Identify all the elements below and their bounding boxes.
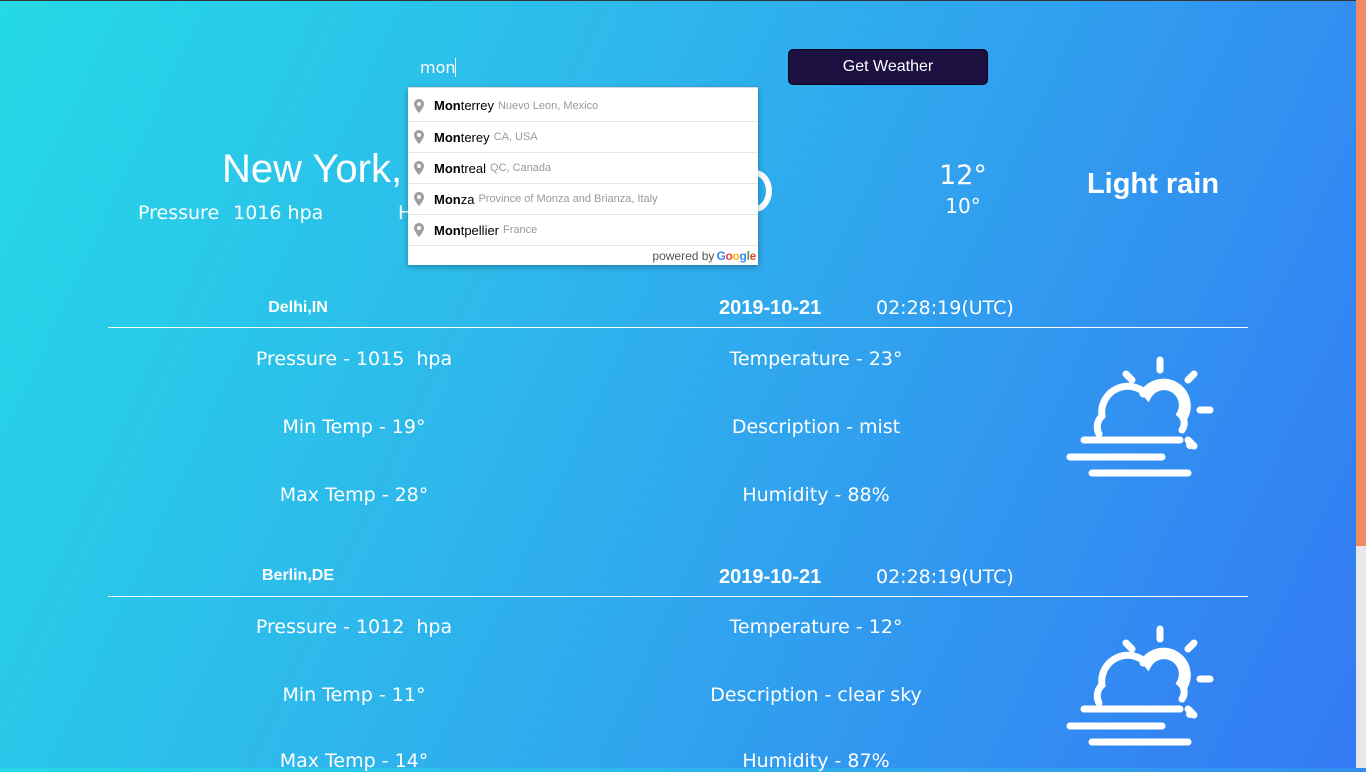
autocomplete-dropdown: Mon terrey Nuevo Leon, Mexico Mon terey CA, … bbox=[408, 87, 758, 265]
card-temperature: Temperature - 12° bbox=[729, 616, 903, 638]
autocomplete-item[interactable]: Mon treal QC, Canada bbox=[408, 153, 758, 184]
powered-by-google: powered by Google bbox=[652, 249, 756, 263]
autocomplete-match: Mon bbox=[434, 191, 461, 207]
card-pressure: Pressure - 1012 hpa bbox=[255, 616, 453, 638]
window-top-border bbox=[0, 0, 1366, 1]
card-time: 02:28:19(UTC) bbox=[876, 297, 1014, 319]
autocomplete-item[interactable]: Mon za Province of Monza and Brianza, Ital… bbox=[408, 184, 758, 215]
current-pressure-label: Pressure bbox=[138, 202, 220, 224]
card-date: 2019-10-21 bbox=[719, 566, 822, 588]
map-pin-icon bbox=[414, 98, 424, 113]
autocomplete-rest: terrey bbox=[460, 98, 494, 113]
map-pin-icon bbox=[414, 161, 424, 175]
card-min-temp: Min Temp - 11° bbox=[282, 684, 426, 706]
autocomplete-rest: terey bbox=[460, 129, 490, 145]
autocomplete-secondary: CA, USA bbox=[493, 131, 538, 143]
map-pin-icon bbox=[414, 192, 424, 206]
get-weather-button[interactable]: Get Weather bbox=[788, 49, 988, 85]
autocomplete-secondary: QC, Canada bbox=[490, 162, 552, 174]
autocomplete-match: Mon bbox=[434, 129, 461, 145]
autocomplete-secondary: Nuevo Leon, Mexico bbox=[497, 99, 599, 112]
autocomplete-secondary: France bbox=[503, 224, 538, 236]
autocomplete-item[interactable]: Mon tpellier France bbox=[408, 215, 758, 246]
card-pressure: Pressure - 1015 hpa bbox=[255, 348, 453, 370]
card-time: 02:28:19(UTC) bbox=[876, 566, 1014, 588]
autocomplete-rest: za bbox=[460, 191, 475, 207]
google-logo: Google bbox=[716, 249, 756, 263]
card-max-temp: Max Temp - 14° bbox=[279, 750, 429, 772]
autocomplete-match: Mon bbox=[434, 160, 461, 176]
card-divider bbox=[108, 327, 1248, 328]
autocomplete-match: Mon bbox=[434, 222, 461, 238]
current-pressure: Pressure 1016 hpa bbox=[138, 202, 323, 224]
autocomplete-rest: treal bbox=[460, 160, 487, 176]
current-city-name: New York, bbox=[222, 147, 403, 191]
card-max-temp: Max Temp - 28° bbox=[279, 484, 429, 506]
card-humidity: Humidity - 88% bbox=[742, 484, 890, 506]
card-min-temp: Min Temp - 19° bbox=[282, 416, 426, 438]
autocomplete-item[interactable]: Mon terrey Nuevo Leon, Mexico bbox=[408, 88, 758, 122]
card-city-name: Delhi,IN bbox=[268, 299, 328, 316]
autocomplete-secondary: Province of Monza and Brianza, Italy bbox=[478, 193, 658, 205]
card-date: 2019-10-21 bbox=[719, 297, 822, 319]
city-search-input[interactable] bbox=[408, 50, 758, 84]
autocomplete-match: Mon bbox=[434, 98, 461, 113]
card-description: Description - mist bbox=[731, 416, 901, 438]
text-caret bbox=[455, 58, 456, 77]
current-description: Light rain bbox=[1086, 168, 1220, 200]
card-divider bbox=[108, 596, 1248, 597]
scrollbar-thumb[interactable] bbox=[1356, 0, 1366, 546]
autocomplete-rest: tpellier bbox=[460, 222, 500, 238]
map-pin-icon bbox=[414, 130, 424, 144]
page-scrollbar[interactable] bbox=[1356, 0, 1366, 768]
map-pin-icon bbox=[414, 223, 424, 237]
current-pressure-value: 1016 hpa bbox=[233, 202, 324, 224]
fog-partly-cloudy-icon bbox=[1066, 625, 1214, 746]
current-temperature: 12° bbox=[939, 160, 987, 191]
fog-partly-cloudy-icon bbox=[1066, 356, 1214, 477]
current-min-temperature: 10° bbox=[945, 194, 981, 218]
card-city-name: Berlin,DE bbox=[261, 567, 334, 584]
card-temperature: Temperature - 23° bbox=[729, 348, 903, 370]
card-description: Description - clear sky bbox=[710, 684, 922, 706]
powered-by-text: powered by bbox=[652, 249, 715, 263]
autocomplete-item[interactable]: Mon terey CA, USA bbox=[408, 122, 758, 153]
card-humidity: Humidity - 87% bbox=[742, 750, 890, 772]
